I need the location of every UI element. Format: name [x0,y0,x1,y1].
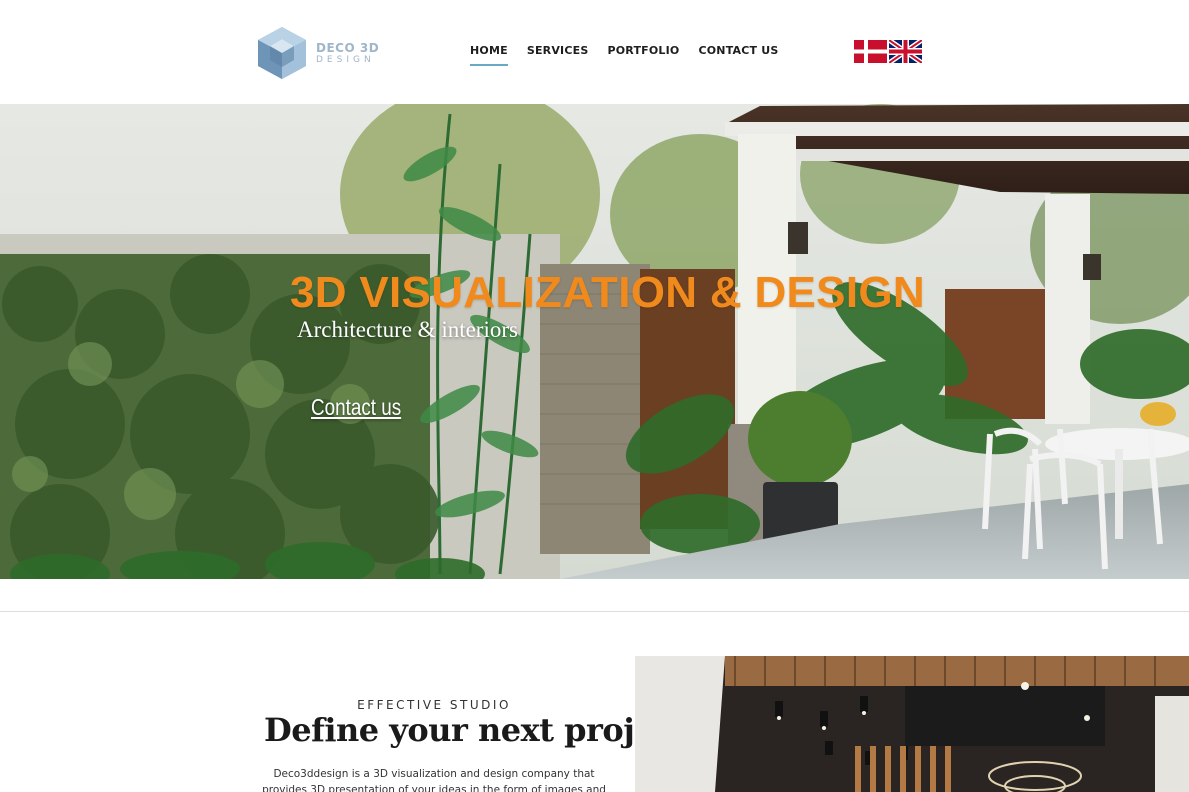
hero-title: 3D VISUALIZATION & DESIGN [290,268,925,317]
nav-services[interactable]: SERVICES [527,44,589,63]
cube-logo-icon [258,27,306,79]
denmark-flag-icon[interactable] [854,40,887,63]
contact-us-button[interactable]: Contact us [311,394,401,421]
hero-banner: 3D VISUALIZATION & DESIGN Architecture &… [0,104,1189,579]
nav-home[interactable]: HOME [470,44,508,66]
main-nav: HOME SERVICES PORTFOLIO CONTACT US [470,44,779,66]
eyebrow-text: EFFECTIVE STUDIO [357,698,511,712]
hero-garden-image [0,104,1189,579]
interior-render-image [635,656,1189,792]
site-header: DECO 3D DESIGN HOME SERVICES PORTFOLIO C… [0,0,1189,104]
logo[interactable]: DECO 3D DESIGN [256,24,386,82]
logo-line1: DECO 3D [316,40,380,55]
language-switcher [854,40,922,63]
nav-portfolio[interactable]: PORTFOLIO [607,44,679,63]
logo-text: DECO 3D DESIGN [316,42,379,65]
hero-subtitle: Architecture & interiors [297,317,518,342]
section-title: Define your next project. [264,711,699,749]
uk-flag-icon[interactable] [889,40,922,63]
nav-contact-us[interactable]: CONTACT US [698,44,778,63]
logo-line2: DESIGN [316,54,375,65]
interior-render-svg [635,656,1189,792]
section-divider [0,611,1189,612]
section-body: Deco3ddesign is a 3D visualization and d… [262,768,606,792]
